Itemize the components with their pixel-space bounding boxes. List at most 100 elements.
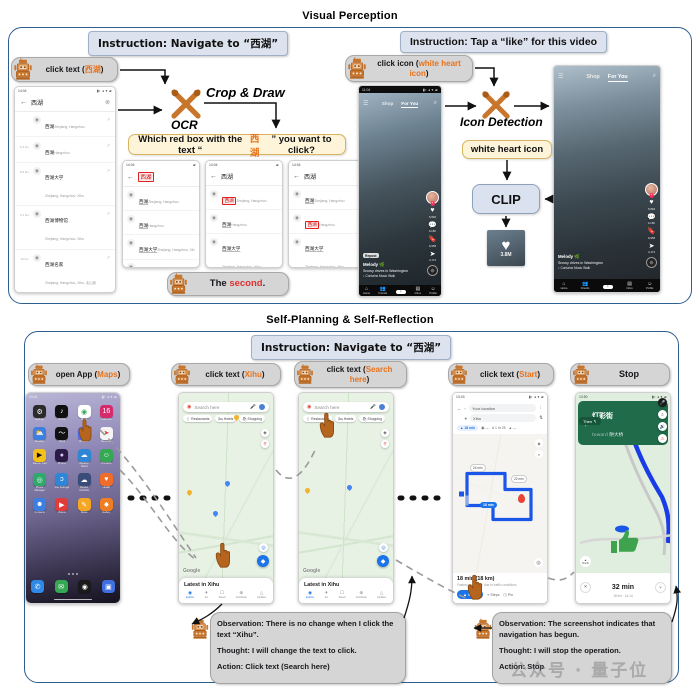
- travel-mode[interactable]: ☌ 1 hr 25: [492, 426, 506, 430]
- mic-icon[interactable]: 🎤: [370, 404, 376, 410]
- nav-inbox[interactable]: ▤ Inbox: [415, 287, 421, 296]
- rail-item[interactable]: 💬 11.8K: [647, 214, 656, 226]
- feed-tabs[interactable]: Shop For You: [359, 101, 441, 108]
- create-button[interactable]: ＋: [602, 284, 614, 290]
- list-item[interactable]: ◉ 西湖大学 Zhejiang, Hangzhou, Xihu: [289, 234, 365, 267]
- action-rail[interactable]: ♥5,894 💬11.8K 🔖9,958 ➤4,174: [645, 183, 658, 268]
- list-item[interactable]: ◉ 西湖Hangzhou: [289, 210, 365, 235]
- travel-mode[interactable]: ▲ —: [509, 426, 517, 430]
- app-icon-gallery[interactable]: ✸ Gallery: [98, 498, 115, 515]
- rail-item[interactable]: 💬 11.8K: [428, 222, 437, 234]
- avatar[interactable]: [426, 191, 439, 204]
- mic-icon[interactable]: 🎤: [250, 404, 256, 410]
- back-arrow-icon[interactable]: ←: [210, 173, 217, 180]
- search-bar[interactable]: ← 西湖: [123, 168, 199, 187]
- search-icon[interactable]: ⌕: [658, 410, 667, 419]
- bookmark-icon[interactable]: 🔖: [647, 228, 656, 235]
- map-nav-contribute[interactable]: ⊕ Contribute: [356, 590, 367, 599]
- avatar[interactable]: [379, 404, 385, 410]
- destination-field[interactable]: Xihu: [470, 414, 537, 422]
- list-item[interactable]: ◉ 西湖Hangzhou: [206, 210, 282, 235]
- list-item[interactable]: ◉ 西湖Zhejiang, Hangzhou: [289, 186, 365, 211]
- nav-plus[interactable]: ＋: [395, 289, 407, 295]
- report-icon[interactable]: ⚠: [658, 434, 667, 443]
- app-icon-phone-manager[interactable]: ◎ Phone Manager: [31, 473, 48, 493]
- directions-button[interactable]: ◆: [257, 555, 269, 567]
- dock-icon-browser[interactable]: ▣: [101, 580, 115, 593]
- sound-icon[interactable]: 🔊: [658, 422, 667, 431]
- nav-friends[interactable]: 👥 Friends: [379, 287, 388, 296]
- app-icon-lite-settings[interactable]: ɔ Lite Settings: [53, 473, 70, 493]
- layers-icon[interactable]: ◈: [381, 429, 389, 437]
- nav-home[interactable]: ⌂ Home: [561, 282, 568, 291]
- app-grid[interactable]: ⚙Settings♪TikTok◉Maps16Calendar⛅Weather〜…: [31, 405, 115, 515]
- action-click-text-start[interactable]: click text (Start): [448, 363, 554, 386]
- map-nav-go[interactable]: ✈ Go: [324, 590, 328, 599]
- heart-icon[interactable]: ♥: [648, 199, 655, 206]
- app-icon-calendar[interactable]: 16 Calendar: [98, 405, 115, 422]
- nav-controls[interactable]: 🎤 ⌕ 🔊 ⚠: [658, 398, 667, 443]
- share-icon[interactable]: ➤: [429, 251, 436, 258]
- map-nav-explore[interactable]: ◉ Explore: [186, 590, 194, 599]
- chevron-icon[interactable]: ↗: [106, 143, 110, 149]
- route-to-row[interactable]: ← ⌖ Xihu ⇅: [457, 414, 543, 422]
- list-item[interactable]: 10 km ◉ 西湖名家 Zhejiang, Hangzhou, Xihu, 北山街 ↗: [15, 250, 115, 292]
- travel-mode[interactable]: ▣ —: [481, 426, 489, 430]
- rail-item[interactable]: ➤ 4,174: [429, 251, 436, 263]
- app-icon-contacts[interactable]: ☻ Contacts: [31, 498, 48, 515]
- more-icon[interactable]: ⋮: [539, 405, 544, 411]
- list-item[interactable]: ◉ 西湖博物馆Zhejiang, Hangzhou, Xih: [123, 260, 199, 267]
- rail-item[interactable]: ♥ 5,894: [648, 199, 655, 211]
- app-icon-contacts[interactable]: ☺ Contacts: [98, 448, 115, 469]
- chip-shopping[interactable]: 🛍 Shopping: [239, 415, 265, 422]
- search-icon[interactable]: ⌕: [535, 450, 543, 458]
- app-icon-device-controls[interactable]: ☁ Device Controls: [76, 473, 93, 493]
- nav-inbox[interactable]: ▤ Inbox: [626, 282, 632, 291]
- chip-hotels[interactable]: 🛏 Hotels: [335, 415, 357, 422]
- mic-icon[interactable]: 🎤: [658, 398, 667, 407]
- action-rail[interactable]: ♥5,894 💬11.8K 🔖9,958 ➤4,174: [426, 191, 439, 276]
- list-item[interactable]: ◉ 西湖大学Zhejiang, Hangzhou, Xih: [123, 235, 199, 260]
- map-nav-saved[interactable]: ☐ Saved: [339, 590, 346, 599]
- list-item[interactable]: ◉ 西湖Zhejiang, Hangzhou: [206, 186, 282, 211]
- swap-icon[interactable]: ⇅: [539, 415, 543, 421]
- rail-item[interactable]: ➤ 4,174: [648, 243, 655, 255]
- tab-shop[interactable]: Shop: [586, 74, 599, 82]
- rail-item[interactable]: 🔖 9,958: [428, 236, 437, 248]
- travel-mode[interactable]: ▲ 18 min: [457, 425, 479, 431]
- action-click-text-xihu-cn[interactable]: click text (西湖): [11, 57, 118, 82]
- map-nav-saved[interactable]: ☐ Saved: [219, 590, 226, 599]
- layers-icon[interactable]: ◈: [261, 429, 269, 437]
- nav-profile[interactable]: ☺ Profile: [429, 287, 436, 296]
- nav-friends[interactable]: 👥 Friends: [581, 282, 590, 291]
- app-icon-recorder[interactable]: ➤ Recorder: [98, 426, 115, 444]
- nav-home[interactable]: ⌂ Home: [363, 287, 370, 296]
- search-bar[interactable]: ← 西湖: [206, 168, 282, 186]
- map-nav-explore[interactable]: ◉ Explore: [306, 590, 314, 599]
- bottom-nav[interactable]: ◉ Explore ✈ Go ☐ Saved ⊕ Contribute △ Updates: [304, 588, 388, 603]
- rail-item[interactable]: ♥ 5,894: [429, 207, 436, 219]
- route-from-row[interactable]: ← ◦ Your location ⋮: [457, 404, 543, 412]
- action-click-text-search-here[interactable]: click text (Search here): [294, 361, 407, 388]
- map-nav-updates[interactable]: △ Updates: [257, 590, 266, 599]
- person-icon[interactable]: ⚲: [261, 440, 269, 448]
- chevron-icon[interactable]: ↗: [106, 168, 110, 174]
- app-icon-tiktok[interactable]: ♪ TikTok: [53, 405, 70, 422]
- map-nav-updates[interactable]: △ Updates: [377, 590, 386, 599]
- app-icon-health[interactable]: ♥ Health: [98, 473, 115, 493]
- category-chips[interactable]: 🍴 Restaurants 🛏 Hotels 🛍 Shopping: [303, 415, 389, 422]
- back-arrow-icon[interactable]: ←: [127, 174, 134, 181]
- tab-for-you[interactable]: For You: [401, 101, 419, 108]
- map-nav-go[interactable]: ✈ Go: [204, 590, 208, 599]
- list-item[interactable]: ◉ 西湖大学 Zhejiang, Hangzhou, Xihu: [206, 234, 282, 267]
- my-location-button[interactable]: ◎: [534, 558, 543, 567]
- back-arrow-icon[interactable]: ←: [457, 406, 462, 411]
- route-overview-icon[interactable]: ⑂: [655, 581, 666, 593]
- list-item[interactable]: ◉ 西湖Zhejiang, Hangzhou ↗: [15, 112, 115, 138]
- app-icon-weather-cloud[interactable]: ☁ Weather Cloud: [76, 448, 93, 469]
- app-icon-notes[interactable]: ✎ Notes: [76, 498, 93, 515]
- music-disc-icon[interactable]: [646, 257, 657, 268]
- back-arrow-icon[interactable]: ←: [293, 173, 300, 180]
- app-icon-clock[interactable]: 〜 Clock: [53, 426, 70, 444]
- my-location-button[interactable]: ◎: [259, 543, 268, 552]
